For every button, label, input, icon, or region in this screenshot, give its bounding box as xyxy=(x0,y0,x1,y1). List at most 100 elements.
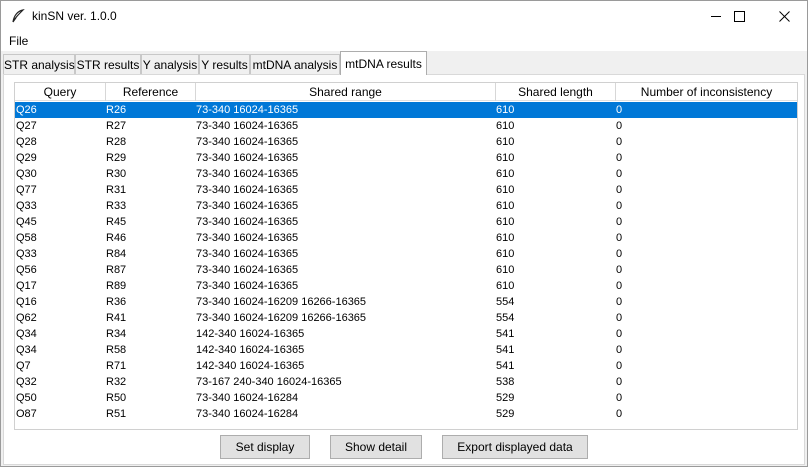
table-row[interactable]: Q34 R34 142-340 16024-16365 541 0 xyxy=(15,326,797,342)
table-row[interactable]: Q17 R89 73-340 16024-16365 610 0 xyxy=(15,278,797,294)
tab-mtdna-analysis[interactable]: mtDNA analysis xyxy=(250,54,340,75)
cell-shared-range: 73-167 240-340 16024-16365 xyxy=(196,376,342,388)
cell-query: Q33 xyxy=(16,248,37,260)
cell-inconsistency: 0 xyxy=(616,120,623,132)
cell-reference: R26 xyxy=(106,104,127,116)
tab-y-analysis[interactable]: Y analysis xyxy=(141,54,199,75)
table-row[interactable]: Q50 R50 73-340 16024-16284 529 0 xyxy=(15,390,797,406)
cell-reference: R30 xyxy=(106,168,127,180)
column-header-inconsistency[interactable]: Number of inconsistency xyxy=(616,83,797,101)
tab-mtdna-results[interactable]: mtDNA results xyxy=(340,51,427,75)
tab-str-results[interactable]: STR results xyxy=(75,54,141,75)
cell-query: Q45 xyxy=(16,216,37,228)
column-header-shared-length[interactable]: Shared length xyxy=(496,83,616,101)
table-row[interactable]: Q28 R28 73-340 16024-16365 610 0 xyxy=(15,134,797,150)
cell-shared-length: 610 xyxy=(496,168,515,180)
cell-reference: R46 xyxy=(106,232,127,244)
set-display-button[interactable]: Set display xyxy=(220,435,310,459)
cell-inconsistency: 0 xyxy=(616,360,623,372)
cell-shared-length: 610 xyxy=(496,152,515,164)
cell-inconsistency: 0 xyxy=(616,184,623,196)
cell-query: Q32 xyxy=(16,376,37,388)
cell-shared-range: 73-340 16024-16209 16266-16365 xyxy=(196,296,367,308)
table-row[interactable]: Q33 R33 73-340 16024-16365 610 0 xyxy=(15,198,797,214)
results-table[interactable]: Query Reference Shared range Shared leng… xyxy=(14,82,798,430)
table-row[interactable]: O87 R51 73-340 16024-16284 529 0 xyxy=(15,406,797,422)
table-row[interactable]: Q62 R41 73-340 16024-16209 16266-16365 554 0 xyxy=(15,310,797,326)
cell-shared-range: 73-340 16024-16284 xyxy=(196,392,299,404)
cell-shared-length: 529 xyxy=(496,392,515,404)
cell-reference: R58 xyxy=(106,344,127,356)
cell-shared-length: 538 xyxy=(496,376,515,388)
table-row[interactable]: Q34 R58 142-340 16024-16365 541 0 xyxy=(15,342,797,358)
cell-shared-range: 73-340 16024-16365 xyxy=(196,248,299,260)
cell-shared-length: 610 xyxy=(496,104,515,116)
cell-shared-range: 73-340 16024-16284 xyxy=(196,408,299,420)
table-row[interactable]: Q30 R30 73-340 16024-16365 610 0 xyxy=(15,166,797,182)
close-button[interactable] xyxy=(761,1,807,31)
cell-shared-length: 610 xyxy=(496,120,515,132)
window-title: kinSN ver. 1.0.0 xyxy=(32,9,117,23)
tab-y-results[interactable]: Y results xyxy=(199,54,250,75)
table-row[interactable]: Q32 R32 73-167 240-340 16024-16365 538 0 xyxy=(15,374,797,390)
table-row[interactable]: Q7 R71 142-340 16024-16365 541 0 xyxy=(15,358,797,374)
cell-query: Q56 xyxy=(16,264,37,276)
cell-shared-length: 610 xyxy=(496,184,515,196)
table-row[interactable]: Q58 R46 73-340 16024-16365 610 0 xyxy=(15,230,797,246)
column-header-shared-range[interactable]: Shared range xyxy=(196,83,496,101)
close-icon xyxy=(778,10,790,22)
cell-inconsistency: 0 xyxy=(616,296,623,308)
table-row[interactable]: Q27 R27 73-340 16024-16365 610 0 xyxy=(15,118,797,134)
column-header-query[interactable]: Query xyxy=(15,83,106,101)
maximize-button[interactable] xyxy=(716,1,762,31)
cell-shared-length: 529 xyxy=(496,408,515,420)
cell-reference: R33 xyxy=(106,200,127,212)
cell-inconsistency: 0 xyxy=(616,200,623,212)
cell-query: Q27 xyxy=(16,120,37,132)
cell-inconsistency: 0 xyxy=(616,344,623,356)
cell-query: Q58 xyxy=(16,232,37,244)
table-row[interactable]: Q26 R26 73-340 16024-16365 610 0 xyxy=(15,102,797,118)
cell-shared-length: 554 xyxy=(496,312,515,324)
cell-shared-length: 541 xyxy=(496,344,515,356)
table-row[interactable]: Q16 R36 73-340 16024-16209 16266-16365 554 0 xyxy=(15,294,797,310)
cell-inconsistency: 0 xyxy=(616,232,623,244)
export-displayed-data-button[interactable]: Export displayed data xyxy=(442,435,588,459)
table-row[interactable]: Q45 R45 73-340 16024-16365 610 0 xyxy=(15,214,797,230)
cell-shared-range: 142-340 16024-16365 xyxy=(196,360,305,372)
column-header-reference[interactable]: Reference xyxy=(106,83,196,101)
cell-reference: R45 xyxy=(106,216,127,228)
table-row[interactable]: Q77 R31 73-340 16024-16365 610 0 xyxy=(15,182,797,198)
cell-shared-range: 73-340 16024-16365 xyxy=(196,152,299,164)
menu-file[interactable]: File xyxy=(9,34,28,48)
cell-query: Q17 xyxy=(16,280,37,292)
cell-reference: R29 xyxy=(106,152,127,164)
title-bar: kinSN ver. 1.0.0 xyxy=(1,1,807,31)
table-row[interactable]: Q56 R87 73-340 16024-16365 610 0 xyxy=(15,262,797,278)
cell-inconsistency: 0 xyxy=(616,280,623,292)
cell-shared-length: 610 xyxy=(496,232,515,244)
cell-reference: R51 xyxy=(106,408,127,420)
cell-shared-range: 142-340 16024-16365 xyxy=(196,328,305,340)
cell-shared-range: 73-340 16024-16365 xyxy=(196,200,299,212)
cell-query: Q30 xyxy=(16,168,37,180)
cell-reference: R36 xyxy=(106,296,127,308)
table-row[interactable]: Q29 R29 73-340 16024-16365 610 0 xyxy=(15,150,797,166)
table-row[interactable]: Q33 R84 73-340 16024-16365 610 0 xyxy=(15,246,797,262)
cell-reference: R87 xyxy=(106,264,127,276)
menu-bar: File xyxy=(1,31,807,51)
cell-shared-range: 142-340 16024-16365 xyxy=(196,344,305,356)
cell-reference: R34 xyxy=(106,328,127,340)
cell-shared-range: 73-340 16024-16365 xyxy=(196,184,299,196)
cell-reference: R89 xyxy=(106,280,127,292)
cell-shared-range: 73-340 16024-16365 xyxy=(196,280,299,292)
cell-shared-length: 610 xyxy=(496,216,515,228)
cell-inconsistency: 0 xyxy=(616,328,623,340)
cell-query: Q16 xyxy=(16,296,37,308)
tab-str-analysis[interactable]: STR analysis xyxy=(3,54,75,75)
cell-query: Q26 xyxy=(16,104,37,116)
cell-inconsistency: 0 xyxy=(616,168,623,180)
table-header: Query Reference Shared range Shared leng… xyxy=(15,83,797,101)
cell-inconsistency: 0 xyxy=(616,248,623,260)
show-detail-button[interactable]: Show detail xyxy=(330,435,422,459)
